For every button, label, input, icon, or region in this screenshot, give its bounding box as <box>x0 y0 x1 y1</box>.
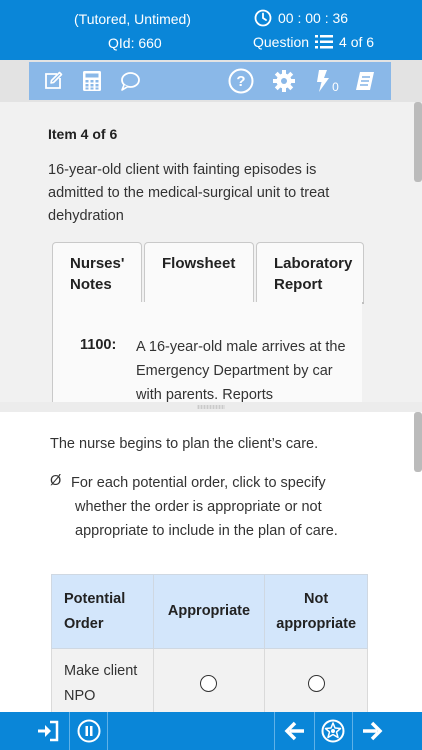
svg-text:?: ? <box>236 73 245 90</box>
session-mode: (Tutored, Untimed) <box>74 11 191 27</box>
tab-nurses-notes-line2: Notes <box>70 276 112 293</box>
case-study-pane[interactable]: Item 4 of 6 16-year-old client with fain… <box>0 102 422 402</box>
lower-scrollbar[interactable] <box>414 412 422 472</box>
question-pane[interactable]: The nurse begins to plan the client’s ca… <box>0 412 422 712</box>
question-instruction: For each potential order, click to speci… <box>71 475 338 539</box>
exit-icon[interactable] <box>30 712 66 750</box>
lab-values-subscript: 0 <box>332 80 339 94</box>
not-appropriate-cell <box>264 648 368 712</box>
footer-divider <box>69 712 70 750</box>
status-header: (Tutored, Untimed) QId: 660 00 : 00 : 36… <box>0 0 422 60</box>
appropriate-cell <box>152 648 266 712</box>
calculator-icon[interactable] <box>80 62 104 100</box>
order-matrix-table: Potential Order Appropriate Not appropri… <box>51 574 368 712</box>
previous-icon[interactable] <box>278 712 312 750</box>
question-label: Question <box>253 34 310 50</box>
toolbar-strip: ? 0 <box>29 62 391 100</box>
appropriate-radio[interactable] <box>200 674 218 692</box>
upper-scrollbar[interactable] <box>414 102 422 182</box>
tab-flowsheet-label: Flowsheet <box>162 255 236 272</box>
instruction-bullet: Ø <box>50 473 62 489</box>
tab-flowsheet[interactable]: Flowsheet <box>144 242 254 304</box>
next-icon[interactable] <box>354 712 390 750</box>
tab-nurses-notes-line1: Nurses' <box>70 255 125 272</box>
help-icon[interactable]: ? <box>228 62 254 100</box>
splitter-grip-icon[interactable] <box>197 405 225 409</box>
order-label: Make client NPO <box>51 648 154 712</box>
table-header-row: Potential Order Appropriate Not appropri… <box>51 574 368 649</box>
item-stem: 16-year-old client with fainting episode… <box>48 162 330 224</box>
tab-laboratory-report[interactable]: Laboratory Report <box>256 242 364 304</box>
comment-icon[interactable] <box>118 62 142 100</box>
tab-lab-line1: Laboratory <box>274 255 353 272</box>
pane-splitter[interactable] <box>0 402 422 412</box>
item-title: Item 4 of 6 <box>48 126 118 142</box>
lab-values-icon[interactable]: 0 <box>312 62 342 100</box>
col-header-not-appropriate: Not appropriate <box>264 574 368 649</box>
tab-lab-line2: Report <box>274 276 323 293</box>
footer-divider <box>352 712 353 750</box>
question-id: QId: 660 <box>108 35 162 51</box>
footer-divider <box>314 712 315 750</box>
gear-icon[interactable] <box>271 62 297 100</box>
tab-nurses-notes[interactable]: Nurses' Notes <box>52 242 142 304</box>
notes-icon[interactable] <box>352 62 378 100</box>
col-header-appropriate: Appropriate <box>152 574 266 649</box>
not-appropriate-radio[interactable] <box>307 674 325 692</box>
pause-icon[interactable] <box>73 712 105 750</box>
note-time: 1100: <box>80 337 117 353</box>
edit-icon[interactable] <box>41 62 65 100</box>
table-row: Make client NPO <box>51 648 368 712</box>
list-icon <box>315 35 334 49</box>
question-lead: The nurse begins to plan the client’s ca… <box>50 436 319 452</box>
navigation-footer <box>0 712 422 750</box>
footer-divider <box>274 712 275 750</box>
timer: 00 : 00 : 36 <box>254 9 348 27</box>
note-text: A 16-year-old male arrives at the Emerge… <box>136 339 346 402</box>
col-header-potential-order: Potential Order <box>51 574 154 649</box>
toolbar: ? 0 <box>0 60 422 102</box>
question-counter[interactable]: Question 4 of 6 <box>253 34 374 50</box>
question-count: 4 of 6 <box>339 34 375 50</box>
navigator-icon[interactable] <box>316 712 350 750</box>
footer-divider <box>107 712 108 750</box>
clock-icon <box>254 9 272 27</box>
nurses-notes-content: 1100: A 16-year-old male arrives at the … <box>52 302 362 402</box>
timer-value: 00 : 00 : 36 <box>278 10 349 26</box>
